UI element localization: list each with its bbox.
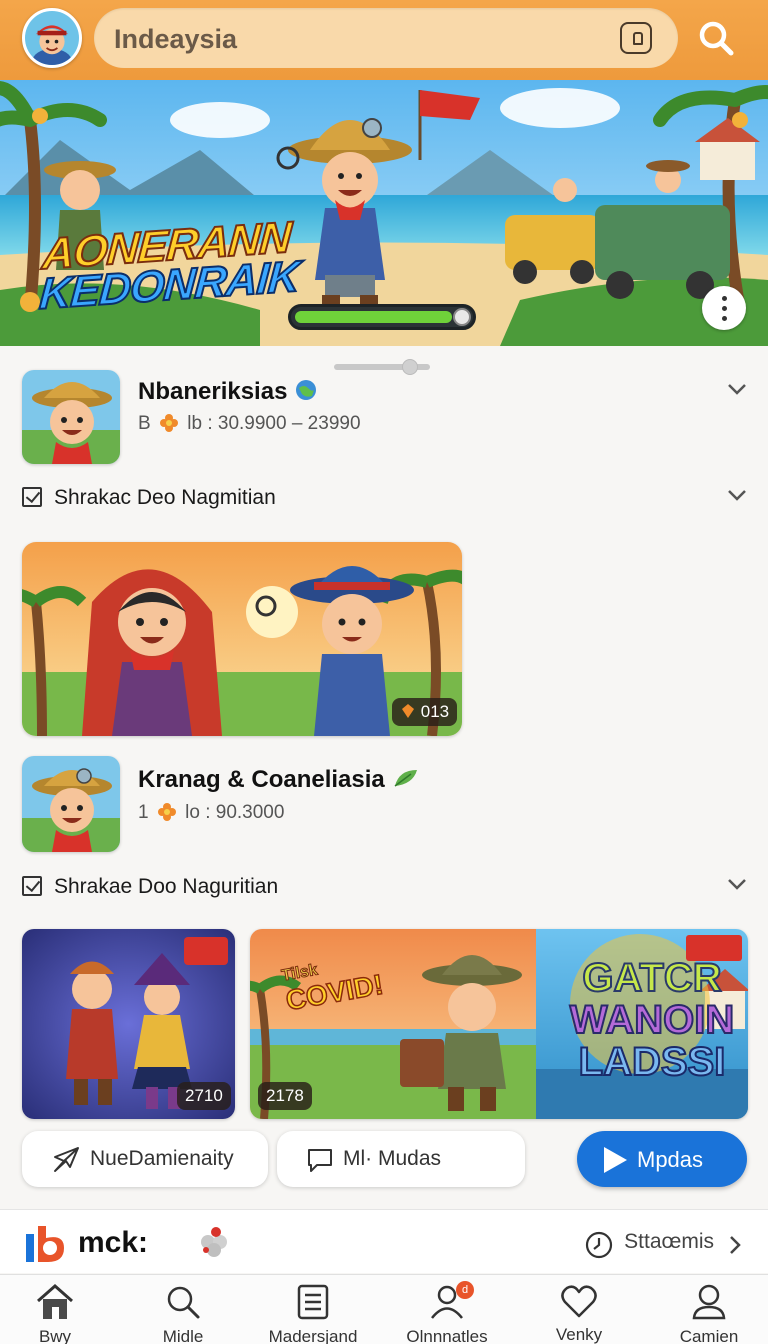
globe-icon	[296, 380, 317, 400]
progress-fill	[295, 311, 452, 323]
app-header: Indeaysia	[0, 0, 768, 80]
chevron-down-icon[interactable]	[726, 378, 748, 400]
banner-badge: 013	[392, 698, 458, 726]
user-icon	[692, 1284, 726, 1320]
item-thumbnail[interactable]	[22, 756, 120, 852]
nav-label: Venky	[555, 1325, 603, 1344]
search-bar[interactable]: Indeaysia	[94, 8, 678, 68]
notification-badge: d	[456, 1281, 474, 1299]
gallery-badge: 2710	[177, 1082, 231, 1110]
checkbox-label: Shrakac Deo Nagmitian	[54, 486, 276, 509]
nav-item-search[interactable]: Midle	[128, 1283, 238, 1344]
nav-item-account[interactable]: Camien	[654, 1283, 764, 1344]
gallery-badge: 2178	[258, 1082, 312, 1110]
nav-label: Olnnnatles	[406, 1327, 488, 1344]
item-title-text: Kranag & Coaneliasia	[138, 766, 385, 793]
flower-icon	[159, 414, 178, 432]
chevron-down-icon[interactable]	[726, 484, 748, 506]
bottom-nav: Bwy Midle Madersjand d Olnnnatles Venky …	[0, 1274, 768, 1344]
item-meta: B lb : 30.9900 – 23990	[138, 413, 361, 435]
item-meta: 1 lo : 90.3000	[138, 802, 284, 824]
play-button[interactable]: Mpdas	[577, 1131, 747, 1187]
item-meta-prefix: B	[138, 413, 151, 434]
checkbox[interactable]	[22, 487, 42, 507]
lock-icon[interactable]	[620, 22, 652, 54]
chevron-down-icon[interactable]	[726, 873, 748, 895]
chevron-right-icon[interactable]	[726, 1234, 744, 1256]
nav-label: Camien	[679, 1327, 739, 1344]
home-icon	[37, 1283, 73, 1319]
brand-bar: mck: Sttaœmis	[0, 1209, 768, 1273]
item-thumbnail[interactable]	[22, 370, 120, 464]
hero-progress-bar	[288, 304, 476, 330]
leaf-icon	[394, 770, 418, 787]
nav-item-profile-activity[interactable]: d Olnnnatles	[392, 1281, 502, 1344]
document-icon	[297, 1284, 329, 1320]
checkbox[interactable]	[22, 876, 42, 896]
brand-logo-icon[interactable]	[24, 1224, 68, 1264]
item-title[interactable]: Kranag & Coaneliasia	[138, 766, 421, 794]
checkbox-label: Shrakae Doo Naguritian	[54, 875, 279, 898]
flower-icon	[157, 803, 176, 821]
comment-icon	[308, 1149, 332, 1172]
search-icon	[167, 1286, 200, 1319]
hero-title: AONERANN KEDONRAIK	[37, 212, 303, 320]
more-options-button[interactable]	[702, 286, 746, 330]
search-text: Indeaysia	[114, 24, 238, 54]
comment-button[interactable]: Ml· Mudas	[277, 1131, 525, 1187]
nav-label: Bwy	[38, 1327, 72, 1344]
more-dot-icon	[722, 316, 727, 321]
more-dot-icon	[722, 296, 727, 301]
nav-item-document[interactable]: Madersjand	[258, 1283, 368, 1344]
nav-label: Madersjand	[268, 1327, 358, 1344]
gallery-art-line2: WANOIN	[569, 998, 735, 1042]
item-title-text: Nbaneriksias	[138, 378, 288, 405]
item-meta-value: lo : 90.3000	[185, 802, 285, 823]
nav-label: Midle	[162, 1327, 204, 1344]
nav-item-home[interactable]: Bwy	[0, 1283, 110, 1344]
gallery-badge-text: 2710	[185, 1086, 223, 1105]
gallery-art-title: GATCR WANOIN LADSSI	[568, 956, 736, 1084]
status-link[interactable]: Sttaœmis	[624, 1230, 714, 1254]
heart-icon	[561, 1285, 597, 1318]
gallery-badge-text: 2178	[266, 1086, 304, 1105]
item-title[interactable]: Nbaneriksias	[138, 378, 318, 406]
gallery-art-line3: LADSSI	[578, 1040, 727, 1084]
nav-item-favorites[interactable]: Venky	[524, 1283, 634, 1344]
more-dot-icon	[722, 306, 727, 311]
checkbox-row[interactable]: Shrakae Doo Naguritian	[22, 875, 278, 899]
play-button-label: Mpdas	[637, 1147, 704, 1172]
carousel-knob[interactable]	[402, 359, 418, 375]
hero-banner[interactable]: AONERANN KEDONRAIK	[0, 80, 768, 346]
carousel-indicator[interactable]	[334, 359, 430, 375]
item-meta-value: lb : 30.9900 – 23990	[187, 413, 361, 434]
avatar[interactable]	[22, 8, 82, 68]
comment-button-label: Ml· Mudas	[343, 1147, 442, 1170]
progress-knob[interactable]	[453, 308, 471, 326]
banner-badge-text: 013	[420, 702, 450, 721]
gallery-card-wide[interactable]: Tilsk COVID! GATCR WANOIN LADSSI	[250, 929, 748, 1119]
share-button[interactable]: NueDamienaity	[22, 1131, 268, 1187]
play-icon	[604, 1147, 627, 1173]
share-button-label: NueDamienaity	[90, 1147, 234, 1170]
berry-icon	[201, 1227, 227, 1257]
send-icon	[54, 1147, 79, 1172]
clock-icon	[585, 1231, 613, 1259]
brand-name: mck:	[78, 1226, 149, 1259]
item-meta-prefix: 1	[138, 802, 149, 823]
gem-icon	[402, 704, 414, 718]
gallery-art-line1: GATCR	[581, 956, 722, 1000]
checkbox-row[interactable]: Shrakac Deo Nagmitian	[22, 486, 276, 510]
search-icon[interactable]	[694, 16, 738, 60]
